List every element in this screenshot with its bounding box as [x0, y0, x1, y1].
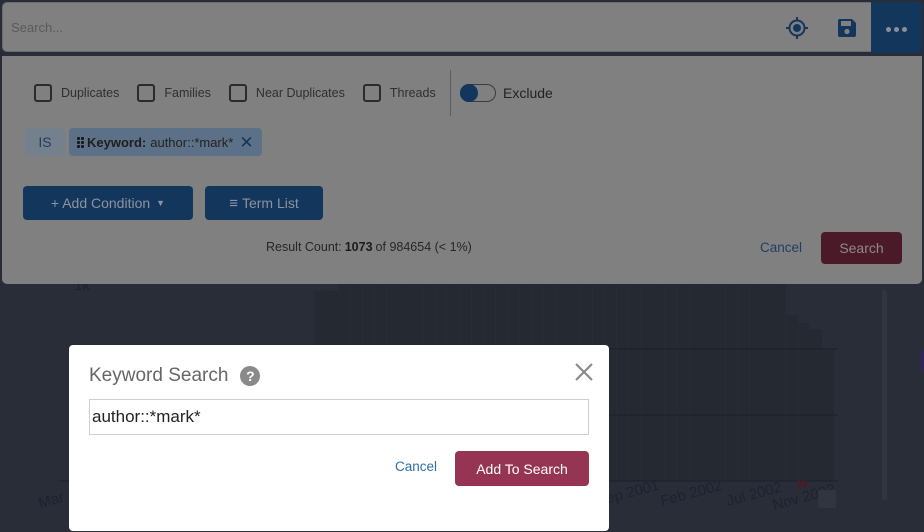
chart-bar [725, 271, 738, 481]
chart-type-button[interactable] [818, 490, 836, 508]
checkbox-threads[interactable]: Threads [362, 84, 436, 102]
search-bar [2, 2, 922, 53]
term-list-button[interactable]: ≡ Term List [205, 186, 323, 220]
checkbox-label: Near Duplicates [255, 86, 345, 100]
search-conditions-panel: Duplicates Families Near Duplicates Thre… [2, 56, 922, 284]
chart-bar [738, 271, 750, 481]
add-condition-label: + Add Condition [50, 195, 151, 211]
filter-checkboxes: Duplicates Families Near Duplicates Thre… [34, 84, 454, 102]
panel-search-button[interactable]: Search [821, 232, 902, 264]
search-input[interactable] [11, 3, 771, 51]
chart-bar [774, 281, 786, 481]
chart-bar [665, 271, 677, 481]
result-count-total: of 984654 (< 1%) [375, 240, 472, 254]
locate-button[interactable] [775, 3, 819, 53]
checkbox-label: Duplicates [61, 86, 120, 100]
modal-title-text: Keyword Search [89, 365, 229, 386]
close-icon[interactable] [573, 361, 595, 383]
x-tick-label: Mar [37, 489, 66, 512]
toggle-track[interactable] [460, 84, 496, 102]
list-icon: ≡ [229, 194, 238, 212]
chart-bar [750, 271, 762, 481]
divider [450, 70, 451, 116]
chart-bar [701, 271, 713, 481]
result-count: Result Count: 1073 of 984654 (< 1%) [266, 240, 472, 254]
chart-bar [641, 271, 653, 481]
help-icon[interactable]: ? [240, 366, 261, 386]
chip-field: Keyword: [87, 134, 147, 150]
chart-bar [762, 271, 774, 481]
checkbox-box[interactable] [228, 84, 247, 102]
caret-down-icon: ▼ [156, 198, 166, 208]
modal-cancel-link[interactable]: Cancel [395, 459, 437, 474]
keyword-condition-chip[interactable]: Keyword: author::*mark* ✕ [69, 128, 262, 156]
more-options-button[interactable] [871, 2, 922, 53]
drag-handle-icon[interactable] [77, 136, 84, 148]
side-panel-marker [920, 350, 924, 372]
toggle-label: Exclude [503, 85, 553, 101]
checkbox-box[interactable] [34, 84, 52, 102]
modal-title: Keyword Search ? [89, 365, 261, 387]
exclude-toggle[interactable]: Exclude [460, 84, 553, 102]
checkbox-near-duplicates[interactable]: Near Duplicates [228, 84, 345, 102]
more-dots-icon [885, 19, 909, 37]
remove-condition-icon[interactable]: ✕ [239, 134, 253, 151]
checkbox-box[interactable] [362, 84, 381, 102]
chart-bar [786, 315, 798, 481]
keyword-search-modal: Keyword Search ? Cancel Add To Search [69, 345, 609, 531]
checkbox-families[interactable]: Families [137, 84, 211, 102]
checkbox-label: Families [164, 86, 211, 100]
keyword-input[interactable] [89, 399, 589, 435]
panel-cancel-link[interactable]: Cancel [760, 240, 802, 255]
chart-bar [689, 271, 701, 481]
save-search-button[interactable] [825, 3, 869, 53]
result-count-value: 1073 [344, 240, 373, 254]
toggle-knob[interactable] [460, 84, 478, 102]
checkbox-label: Threads [389, 86, 436, 100]
chart-bar [677, 271, 689, 481]
chart-bar [653, 271, 665, 481]
chart-bar [617, 271, 629, 481]
scrollbar-track[interactable] [882, 290, 887, 500]
chart-bar [629, 271, 641, 481]
term-list-label: Term List [241, 195, 299, 211]
chip-value: author::*mark* [150, 134, 234, 150]
chart-bar [810, 329, 822, 481]
checkbox-duplicates[interactable]: Duplicates [34, 84, 119, 102]
chart-bar [713, 271, 725, 481]
add-to-search-button[interactable]: Add To Search [455, 451, 589, 486]
result-count-label: Result Count: [266, 240, 342, 254]
chart-bar [798, 323, 810, 481]
checkbox-box[interactable] [137, 84, 156, 102]
x-tick-label: Feb 2002 [659, 477, 725, 510]
operator-chip[interactable]: IS [25, 128, 65, 156]
add-condition-button[interactable]: + Add Condition ▼ [23, 186, 193, 220]
crosshair-icon [786, 17, 808, 39]
floppy-disk-icon [838, 19, 856, 37]
scroll-right-icon[interactable]: » [796, 470, 808, 495]
